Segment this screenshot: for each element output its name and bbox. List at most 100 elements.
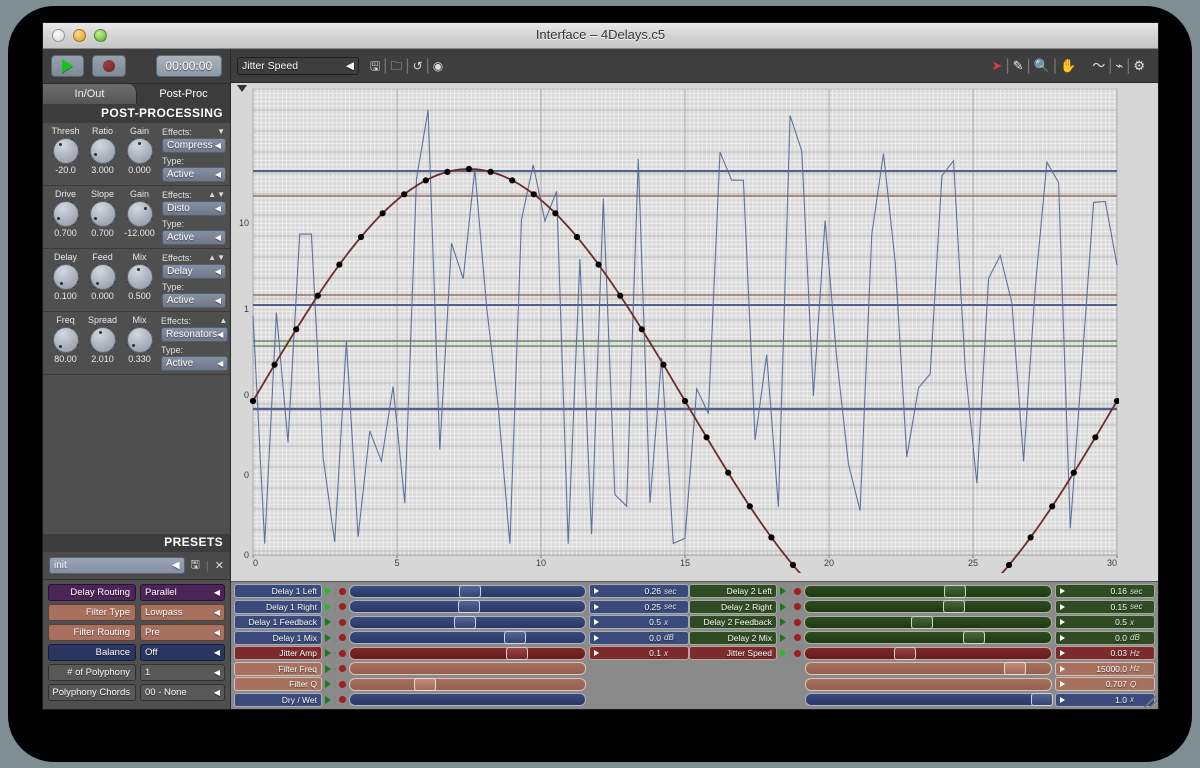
parameter-play-icon[interactable] <box>780 602 786 611</box>
pencil-icon[interactable]: ✎ <box>1010 59 1027 72</box>
parameter-slider[interactable] <box>805 677 1052 691</box>
routing-value-select[interactable]: Pre ◀ <box>140 624 225 641</box>
reorder-arrows-icon[interactable]: ▲▼ <box>208 190 226 199</box>
type-select[interactable]: Active ◀ <box>162 293 226 308</box>
parameter-value-field[interactable]: 0.5 x <box>589 615 689 630</box>
parameter-play-icon[interactable] <box>325 587 331 596</box>
envelope-point[interactable] <box>336 261 343 268</box>
parameter-value-field[interactable]: 1.0 x <box>1055 692 1155 707</box>
parameter-value-play-icon[interactable] <box>1060 634 1065 641</box>
gear-icon[interactable]: ⚙ <box>1130 59 1148 72</box>
parameter-record-icon[interactable] <box>339 603 347 611</box>
envelope-point[interactable] <box>746 503 753 510</box>
type-select[interactable]: Active ◀ <box>161 356 229 371</box>
parameter-slider[interactable] <box>804 631 1052 645</box>
parameter-value-play-icon[interactable] <box>1060 650 1065 657</box>
parameter-value-field[interactable]: 0.03 Hz <box>1055 646 1155 661</box>
hand-icon[interactable]: ✋ <box>1057 59 1079 72</box>
envelope-point[interactable] <box>487 168 494 175</box>
routing-value-select[interactable]: Lowpass ◀ <box>140 604 225 621</box>
parameter-name[interactable]: Filter Freq <box>234 661 322 676</box>
knob-ratio[interactable] <box>88 136 117 164</box>
preset-select[interactable]: init ◀ <box>49 557 185 574</box>
envelope-point[interactable] <box>271 361 278 368</box>
envelope-point[interactable] <box>789 561 797 569</box>
parameter-record-icon[interactable] <box>794 587 802 595</box>
effect-select[interactable]: Delay ◀ <box>162 264 226 279</box>
envelope-point[interactable] <box>509 177 516 184</box>
parameter-slider[interactable] <box>349 677 586 691</box>
parameter-play-icon[interactable] <box>780 587 786 596</box>
parameter-record-icon[interactable] <box>794 618 802 626</box>
parameter-name[interactable]: Delay 2 Right <box>689 599 777 614</box>
parameter-value-field[interactable]: 0.1 x <box>589 646 689 661</box>
parameter-value-play-icon[interactable] <box>1060 603 1065 610</box>
parameter-record-icon[interactable] <box>339 696 347 704</box>
slider-handle[interactable] <box>942 600 965 614</box>
knob-mix[interactable] <box>125 325 154 353</box>
slider-handle[interactable] <box>944 584 967 598</box>
slider-handle[interactable] <box>893 646 916 660</box>
envelope-point[interactable] <box>379 210 386 217</box>
parameter-play-icon[interactable] <box>325 618 331 627</box>
parameter-name[interactable]: Delay 1 Left <box>234 584 322 599</box>
parameter-play-icon[interactable] <box>780 649 786 658</box>
parameter-slider[interactable] <box>349 662 586 676</box>
envelope-point[interactable] <box>465 165 473 173</box>
parameter-value-field[interactable]: 0.25 sec <box>589 599 689 614</box>
parameter-name[interactable]: Jitter Speed <box>689 646 777 661</box>
parameter-value-field[interactable]: 0.26 sec <box>589 584 689 599</box>
knob-freq[interactable] <box>51 325 80 353</box>
undo-icon[interactable]: ↺ <box>410 60 426 72</box>
parameter-value-field[interactable]: 0.707 Q <box>1055 677 1155 692</box>
envelope-point[interactable] <box>681 397 689 405</box>
parameter-value-field[interactable]: 0.0 dB <box>589 630 689 645</box>
parameter-slider[interactable] <box>349 615 586 629</box>
graph-area[interactable]: 10 1 0 0 0 0 5 10 15 20 25 30 <box>231 83 1158 581</box>
parameter-value-play-icon[interactable] <box>1060 619 1065 626</box>
envelope-point[interactable] <box>660 361 667 368</box>
parameter-value-play-icon[interactable] <box>594 634 599 641</box>
envelope-point[interactable] <box>725 469 732 476</box>
parameter-record-icon[interactable] <box>339 649 347 657</box>
parameter-record-icon[interactable] <box>339 618 347 626</box>
open-folder-icon[interactable]: 🗀 <box>387 60 405 72</box>
parameter-value-field[interactable]: 0.16 sec <box>1055 584 1155 599</box>
parameter-record-icon[interactable] <box>794 649 802 657</box>
knob-drive[interactable] <box>51 199 80 227</box>
parameter-name[interactable]: Delay 1 Mix <box>234 630 322 645</box>
routing-value-select[interactable]: Parallel ◀ <box>140 584 225 601</box>
envelope-point[interactable] <box>768 534 775 541</box>
slider-handle[interactable] <box>1031 693 1054 707</box>
type-select[interactable]: Active ◀ <box>162 230 226 245</box>
tab-in-out[interactable]: In/Out <box>43 84 137 104</box>
save-disk-icon[interactable]: 🖫 <box>367 60 383 72</box>
slider-handle[interactable] <box>457 600 480 614</box>
parameter-slider[interactable] <box>349 584 586 598</box>
envelope-point[interactable] <box>1092 434 1099 441</box>
envelope-point[interactable] <box>703 434 710 441</box>
knob-feed[interactable] <box>88 262 117 290</box>
parameter-slider[interactable] <box>804 600 1052 614</box>
knob-delay[interactable] <box>51 262 80 290</box>
parameter-play-icon[interactable] <box>325 649 331 658</box>
parameter-play-icon[interactable] <box>325 680 331 689</box>
envelope-point[interactable] <box>293 326 300 333</box>
parameter-value-field[interactable]: 0.5 x <box>1055 615 1155 630</box>
record-button[interactable] <box>92 55 126 77</box>
parameter-record-icon[interactable] <box>339 665 347 673</box>
envelope-point[interactable] <box>573 233 581 241</box>
envelope-point[interactable] <box>552 210 559 217</box>
parameter-slider[interactable] <box>804 615 1052 629</box>
routing-value-select[interactable]: 1 ◀ <box>140 664 225 681</box>
parameter-name[interactable]: Jitter Amp <box>234 646 322 661</box>
parameter-slider[interactable] <box>805 693 1054 707</box>
parameter-value-field[interactable]: 0.15 sec <box>1055 599 1155 614</box>
graph-svg[interactable]: 1010000 5 10 15 20 25 30 <box>231 83 1119 573</box>
envelope-point[interactable] <box>530 191 537 198</box>
parameter-name[interactable]: Delay 2 Left <box>689 584 777 599</box>
parameter-play-icon[interactable] <box>780 618 786 627</box>
parameter-slider[interactable] <box>349 693 586 707</box>
knob-slope[interactable] <box>88 199 117 227</box>
parameter-play-icon[interactable] <box>325 602 331 611</box>
